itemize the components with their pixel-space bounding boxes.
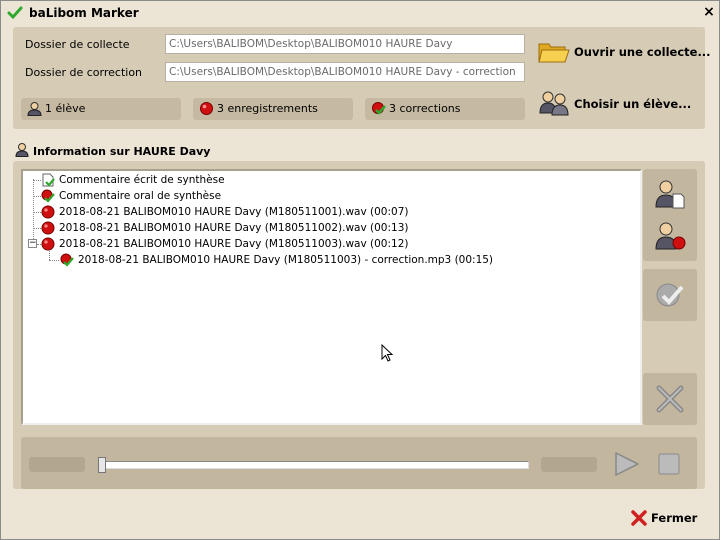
side-tools-group — [643, 169, 697, 261]
add-written-comment-icon[interactable] — [654, 179, 686, 209]
tree-line — [49, 251, 50, 260]
correction-folder-field[interactable]: C:\Users\BALIBOM\Desktop\BALIBOM010 HAUR… — [165, 62, 525, 82]
tree-item-label: Commentaire écrit de synthèse — [59, 174, 225, 186]
tree-line — [33, 212, 41, 213]
seek-bar[interactable] — [101, 461, 529, 469]
student-icon — [15, 143, 29, 157]
corrections-count-text: 3 corrections — [389, 102, 461, 115]
app-window: baLibom Marker × Dossier de collecte C:\… — [0, 0, 720, 540]
window-close-button[interactable]: × — [701, 4, 717, 20]
recording-icon — [41, 205, 55, 219]
tree-item-label: 2018-08-21 BALIBOM010 HAURE Davy (M18051… — [59, 222, 409, 234]
tree-item-label: Commentaire oral de synthèse — [59, 190, 222, 202]
close-x-icon — [631, 510, 647, 526]
delete-button[interactable] — [643, 373, 697, 425]
title-bar: baLibom Marker × — [1, 1, 719, 25]
recordings-count-badge: 3 enregistrements — [193, 98, 353, 120]
info-tree[interactable]: − Commentaire écrit de synthèse Commenta… — [21, 169, 642, 425]
collect-folder-field[interactable]: C:\Users\BALIBOM\Desktop\BALIBOM010 HAUR… — [165, 34, 525, 54]
stop-icon[interactable] — [657, 453, 681, 475]
play-icon[interactable] — [613, 451, 641, 477]
students-count-badge: 1 élève — [21, 98, 181, 120]
choose-student-label: Choisir un élève... — [574, 97, 692, 111]
corrections-count-badge: 3 corrections — [365, 98, 525, 120]
tree-item-label: 2018-08-21 BALIBOM010 HAURE Davy (M18051… — [59, 206, 409, 218]
recordings-count-text: 3 enregistrements — [217, 102, 318, 115]
record-icon — [200, 102, 213, 115]
open-collection-label: Ouvrir une collecte... — [574, 45, 711, 59]
total-time-display — [541, 457, 597, 472]
delete-x-icon — [656, 385, 684, 413]
written-comment-icon — [42, 173, 55, 187]
tree-line — [33, 196, 41, 197]
student-icon — [27, 102, 42, 116]
correction-folder-label: Dossier de correction — [25, 66, 143, 79]
app-check-icon — [7, 6, 23, 20]
tree-item-label: 2018-08-21 BALIBOM010 HAURE Davy (M18051… — [59, 238, 409, 250]
validate-check-icon — [656, 283, 684, 307]
validate-button[interactable] — [643, 269, 697, 321]
close-label: Fermer — [651, 511, 698, 525]
elapsed-time-display — [29, 457, 85, 472]
oral-comment-icon — [41, 189, 55, 203]
window-title: baLibom Marker — [29, 6, 139, 20]
tree-line — [33, 180, 41, 181]
open-collection-button[interactable]: Ouvrir une collecte... — [538, 37, 711, 65]
add-oral-comment-icon[interactable] — [654, 221, 686, 251]
folder-icon — [538, 43, 570, 63]
choose-student-button[interactable]: Choisir un élève... — [538, 89, 698, 117]
mouse-cursor-icon — [381, 344, 393, 362]
students-count-text: 1 élève — [45, 102, 86, 115]
correction-icon — [372, 102, 386, 115]
seek-thumb[interactable] — [98, 457, 106, 473]
collect-folder-label: Dossier de collecte — [25, 38, 130, 51]
tree-line — [49, 260, 59, 261]
tree-line — [33, 228, 41, 229]
recording-icon — [41, 237, 55, 251]
tree-item-label: 2018-08-21 BALIBOM010 HAURE Davy (M18051… — [78, 254, 494, 266]
recording-icon — [41, 221, 55, 235]
info-title-text: Information sur HAURE Davy — [33, 145, 211, 158]
students-icon — [539, 91, 569, 116]
tree-collapse-toggle[interactable]: − — [28, 239, 37, 248]
correction-icon — [60, 253, 74, 267]
